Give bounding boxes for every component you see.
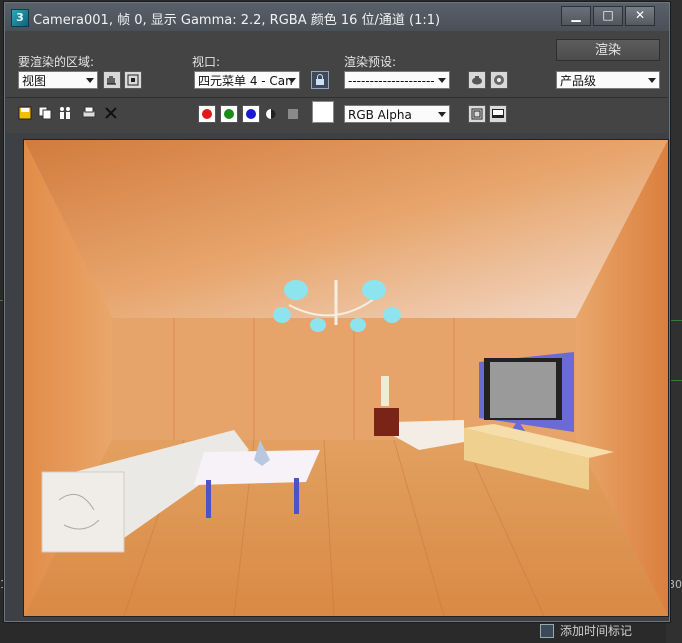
blue-dot-icon (246, 109, 256, 119)
rendered-room-image (24, 140, 668, 616)
green-dot-icon (224, 109, 234, 119)
region-frame-icon (127, 74, 139, 86)
area-dropdown-value: 视图 (22, 74, 47, 88)
background-green-line (670, 320, 682, 321)
green-channel-toggle[interactable] (220, 105, 238, 123)
preset-dropdown-value: -------------------- (348, 74, 435, 88)
render-button[interactable]: 渲染 (556, 39, 660, 61)
viewport-label: 视口: (192, 55, 221, 69)
print-icon[interactable] (82, 106, 96, 120)
close-button[interactable]: ✕ (625, 6, 655, 26)
auto-region-button[interactable] (124, 71, 142, 89)
copy-image-icon[interactable] (38, 106, 52, 120)
chevron-down-icon (86, 78, 94, 83)
save-icon[interactable] (18, 106, 32, 120)
chevron-down-icon (648, 78, 656, 83)
channel-dropdown-value: RGB Alpha (348, 108, 412, 122)
lock-icon (316, 74, 324, 85)
overlay-icon (471, 108, 483, 120)
title-bar[interactable]: 3 Camera001, 帧 0, 显示 Gamma: 2.2, RGBA 颜色… (5, 3, 669, 31)
minimize-button[interactable]: ▁ (561, 6, 591, 26)
blue-channel-toggle[interactable] (242, 105, 260, 123)
chevron-down-icon (438, 78, 446, 83)
alpha-channel-icon[interactable] (264, 107, 278, 121)
environment-button[interactable] (490, 71, 508, 89)
render-controls-panel: 要渲染的区域: 视图 视口: 四元菜单 4 - Can 渲染预设: ------… (6, 31, 668, 133)
lock-viewport-button[interactable] (311, 71, 329, 89)
area-label: 要渲染的区域: (18, 55, 95, 69)
clone-window-icon[interactable] (58, 106, 72, 120)
area-dropdown[interactable]: 视图 (18, 71, 98, 89)
channel-dropdown[interactable]: RGB Alpha (344, 105, 450, 123)
viewport-dropdown-value: 四元菜单 4 - Can (198, 74, 293, 88)
add-time-tag-label[interactable]: 添加时间标记 (560, 622, 632, 639)
quality-dropdown[interactable]: 产品级 (556, 71, 660, 89)
rendered-image (23, 139, 669, 617)
edit-region-button[interactable] (103, 71, 121, 89)
render-setup-button[interactable] (468, 71, 486, 89)
hand-icon (107, 76, 116, 85)
color-swatch[interactable] (312, 101, 334, 123)
background-green-line (670, 380, 682, 381)
time-tag-icon[interactable] (540, 624, 554, 638)
quality-dropdown-value: 产品级 (560, 74, 597, 88)
background-timeline-number: 30 (668, 578, 682, 591)
toolbar-separator (6, 97, 668, 98)
toggle-ui-overlay-button[interactable] (468, 105, 486, 123)
viewport-dropdown[interactable]: 四元菜单 4 - Can (194, 71, 300, 89)
preset-label: 渲染预设: (344, 55, 397, 69)
app-logo-icon: 3 (11, 9, 29, 27)
toggle-ui-button[interactable] (489, 105, 507, 123)
teapot-icon (472, 76, 482, 85)
chevron-down-icon (288, 78, 296, 83)
clear-icon[interactable] (104, 106, 118, 120)
display-icon (492, 109, 504, 118)
red-channel-toggle[interactable] (198, 105, 216, 123)
maximize-button[interactable]: □ (593, 6, 623, 26)
preset-dropdown[interactable]: -------------------- (344, 71, 450, 89)
chevron-down-icon (438, 112, 446, 117)
rendered-frame-window: 3 Camera001, 帧 0, 显示 Gamma: 2.2, RGBA 颜色… (4, 2, 670, 622)
window-title: Camera001, 帧 0, 显示 Gamma: 2.2, RGBA 颜色 1… (33, 13, 441, 28)
disc-icon (494, 75, 504, 85)
monochrome-icon[interactable] (286, 107, 300, 121)
red-dot-icon (202, 109, 212, 119)
